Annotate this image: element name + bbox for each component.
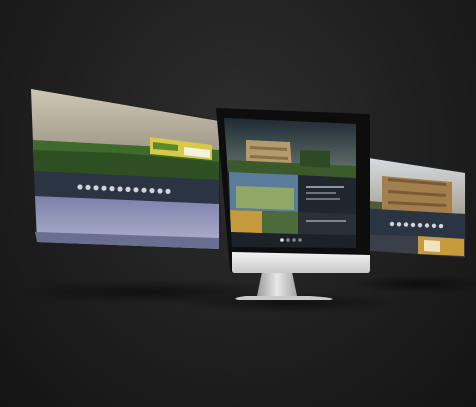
- dot-icon: [93, 185, 99, 191]
- dot-icon: [141, 187, 147, 193]
- dot-icon: [403, 222, 409, 227]
- pager-dot-active: [280, 238, 284, 242]
- pager-dot: [286, 238, 290, 242]
- dot-icon: [424, 223, 430, 228]
- dot-icon: [77, 184, 83, 190]
- mockup-illustration: [10, 88, 476, 313]
- monitor-tile-room: [230, 210, 262, 233]
- dot-icon: [125, 186, 131, 192]
- dot-icon: [117, 186, 123, 192]
- dot-icon: [101, 185, 107, 191]
- mockup-scene: [0, 0, 476, 407]
- pager-dot: [298, 238, 302, 242]
- dot-icon: [165, 188, 171, 194]
- dot-icon: [149, 188, 155, 194]
- monitor-tile-garden: [262, 211, 298, 234]
- dot-icon: [157, 188, 163, 194]
- left-screen: [30, 88, 220, 250]
- monitor-chin: [232, 252, 370, 273]
- dot-icon: [438, 223, 444, 229]
- monitor-tile-text: [298, 175, 356, 214]
- dot-icon: [109, 186, 115, 192]
- dot-icon: [417, 223, 423, 228]
- dot-icon: [389, 221, 395, 227]
- right-screen: [354, 155, 466, 258]
- monitor-stand: [257, 272, 297, 296]
- dot-icon: [133, 187, 139, 193]
- pager-dot: [292, 238, 296, 242]
- monitor-base: [235, 296, 333, 300]
- right-screen-shadow: [350, 275, 476, 293]
- dot-icon: [410, 222, 416, 228]
- center-monitor: [216, 108, 370, 300]
- dot-icon: [431, 223, 437, 228]
- dot-icon: [396, 222, 402, 227]
- dot-icon: [85, 184, 91, 190]
